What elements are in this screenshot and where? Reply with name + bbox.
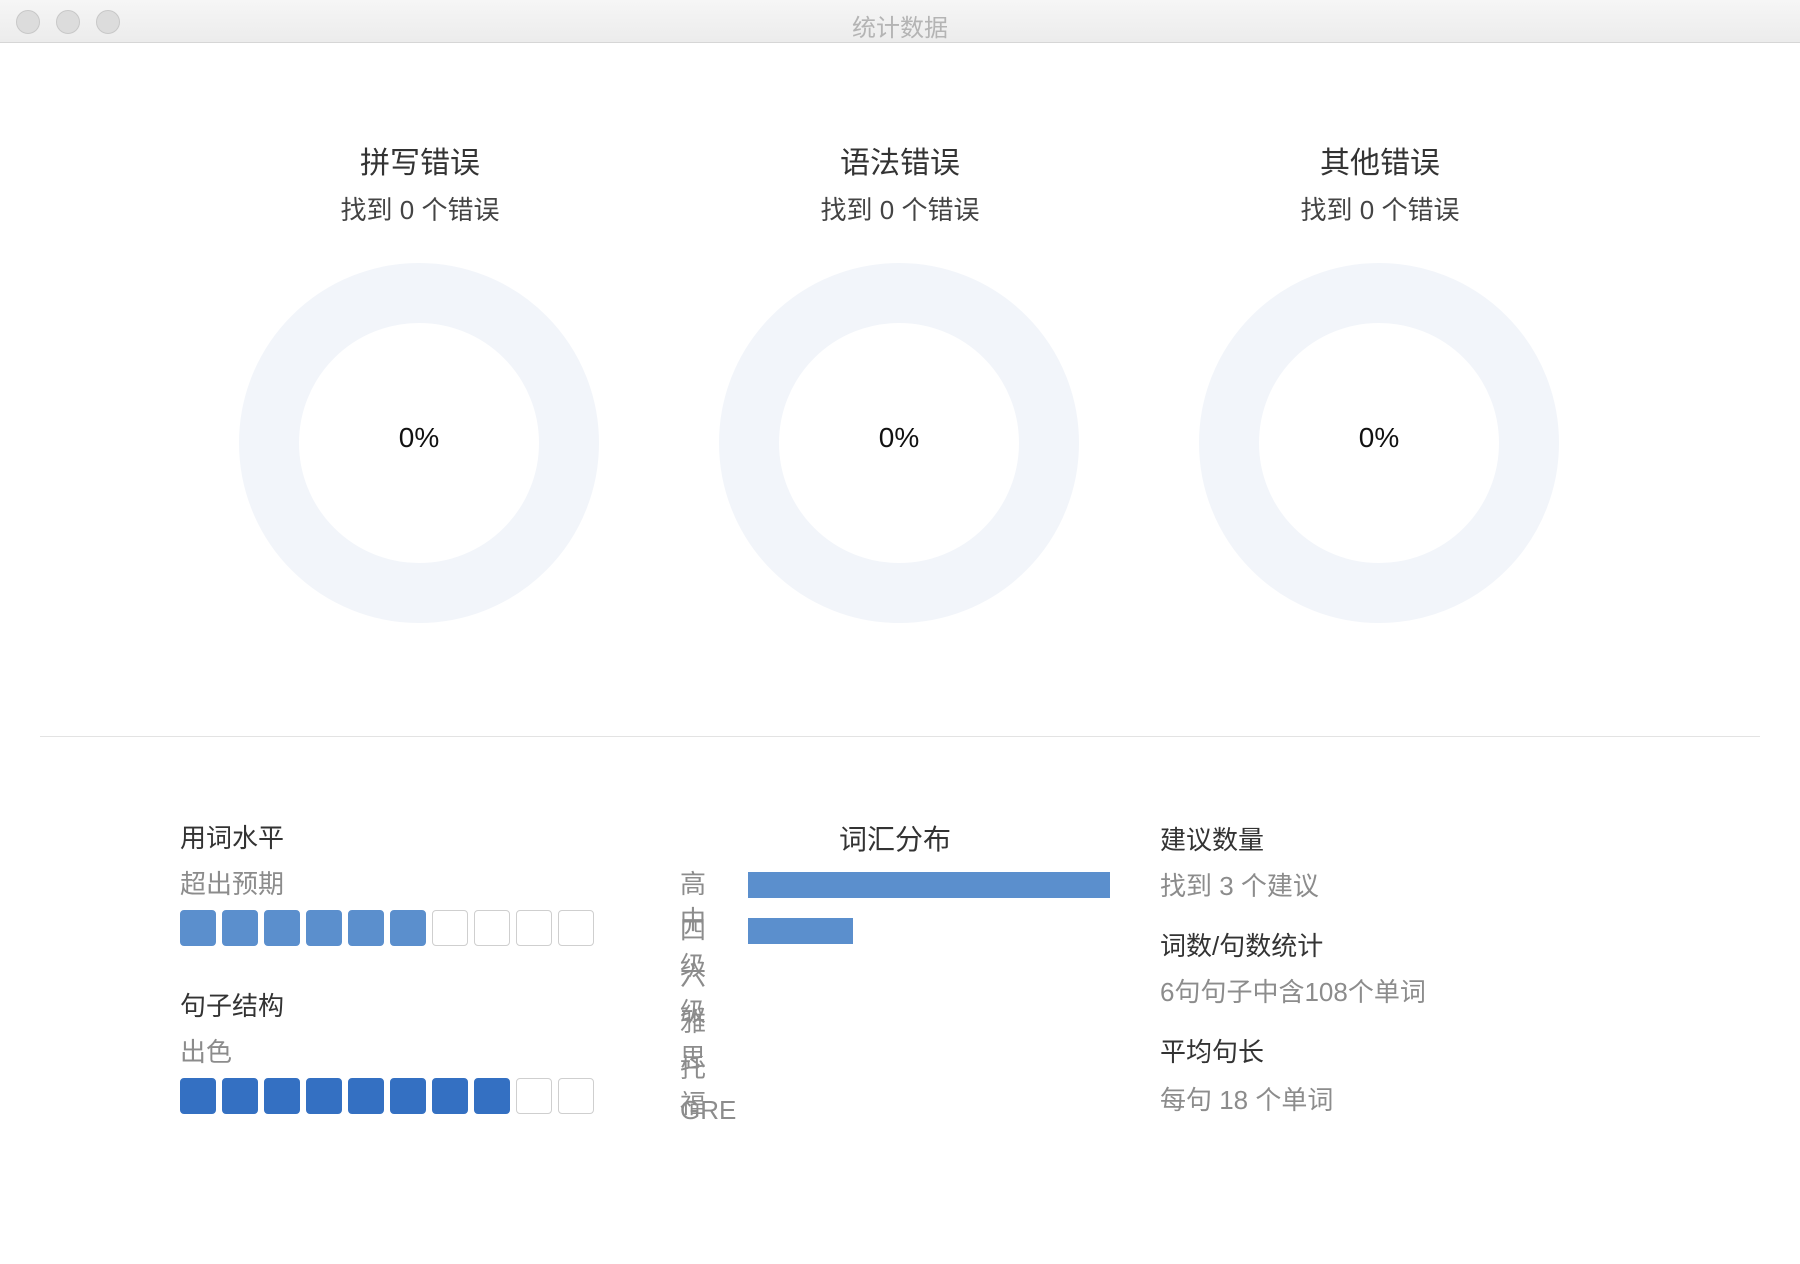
word-level-meter (180, 910, 594, 946)
vocab-bar (748, 872, 1110, 898)
word-level-segment (516, 910, 552, 946)
spelling-errors-donut: 0% (238, 262, 600, 624)
word-level-value: 超出预期 (180, 869, 285, 899)
sentence-structure-segment (348, 1078, 384, 1114)
word-level-segment (390, 910, 426, 946)
grammar-errors-donut: 0% (718, 262, 1080, 624)
sentence-structure-value: 出色 (180, 1037, 233, 1067)
sentence-structure-segment (432, 1078, 468, 1114)
grammar-errors-panel: 语法错误 找到 0 个错误 (700, 142, 1100, 230)
sentence-structure-segment (390, 1078, 426, 1114)
sentence-structure-segment (264, 1078, 300, 1114)
other-errors-percent: 0% (1358, 422, 1400, 453)
word-sentence-count-title: 词数/句数统计 (1160, 931, 1324, 961)
sentence-structure-segment (222, 1078, 258, 1114)
avg-sentence-length-title: 平均句长 (1160, 1037, 1265, 1067)
word-level-segment (264, 910, 300, 946)
sentence-structure-segment (306, 1078, 342, 1114)
section-divider (40, 736, 1760, 737)
other-errors-count: 找到 0 个错误 (1300, 195, 1460, 225)
sentence-structure-segment (180, 1078, 216, 1114)
avg-sentence-length-value: 每句 18 个单词 (1160, 1085, 1334, 1115)
title-bar: 统计数据 (0, 0, 1800, 43)
spelling-errors-count: 找到 0 个错误 (340, 195, 500, 225)
spelling-errors-title: 拼写错误 (360, 147, 480, 180)
word-level-title: 用词水平 (180, 823, 285, 853)
other-errors-donut: 0% (1198, 262, 1560, 624)
word-level-segment (222, 910, 258, 946)
word-level-segment (474, 910, 510, 946)
sentence-structure-meter (180, 1078, 594, 1114)
vocab-bar (748, 918, 853, 944)
grammar-errors-title: 语法错误 (840, 147, 960, 180)
grammar-errors-percent: 0% (878, 422, 920, 453)
other-errors-title: 其他错误 (1320, 147, 1440, 180)
spelling-errors-panel: 拼写错误 找到 0 个错误 (220, 142, 620, 230)
grammar-errors-count: 找到 0 个错误 (820, 195, 980, 225)
suggestions-title: 建议数量 (1160, 825, 1265, 855)
vocab-row-label: GRE (680, 1095, 737, 1125)
window-title: 统计数据 (852, 15, 948, 42)
sentence-structure-segment (474, 1078, 510, 1114)
word-level-segment (306, 910, 342, 946)
suggestions-value: 找到 3 个建议 (1160, 871, 1319, 901)
vocab-distribution-title: 词汇分布 (838, 824, 951, 855)
word-level-segment (432, 910, 468, 946)
other-errors-panel: 其他错误 找到 0 个错误 (1180, 142, 1580, 230)
word-level-segment (348, 910, 384, 946)
sentence-structure-segment (516, 1078, 552, 1114)
word-sentence-count-value: 6句句子中含108个单词 (1160, 977, 1426, 1007)
sentence-structure-segment (558, 1078, 594, 1114)
spelling-errors-percent: 0% (398, 422, 440, 453)
sentence-structure-title: 句子结构 (180, 991, 285, 1021)
stats-window: 统计数据 拼写错误 找到 0 个错误 0% 语法错误 找到 0 个错误 0% 其… (0, 0, 1800, 1264)
word-level-segment (558, 910, 594, 946)
word-level-segment (180, 910, 216, 946)
